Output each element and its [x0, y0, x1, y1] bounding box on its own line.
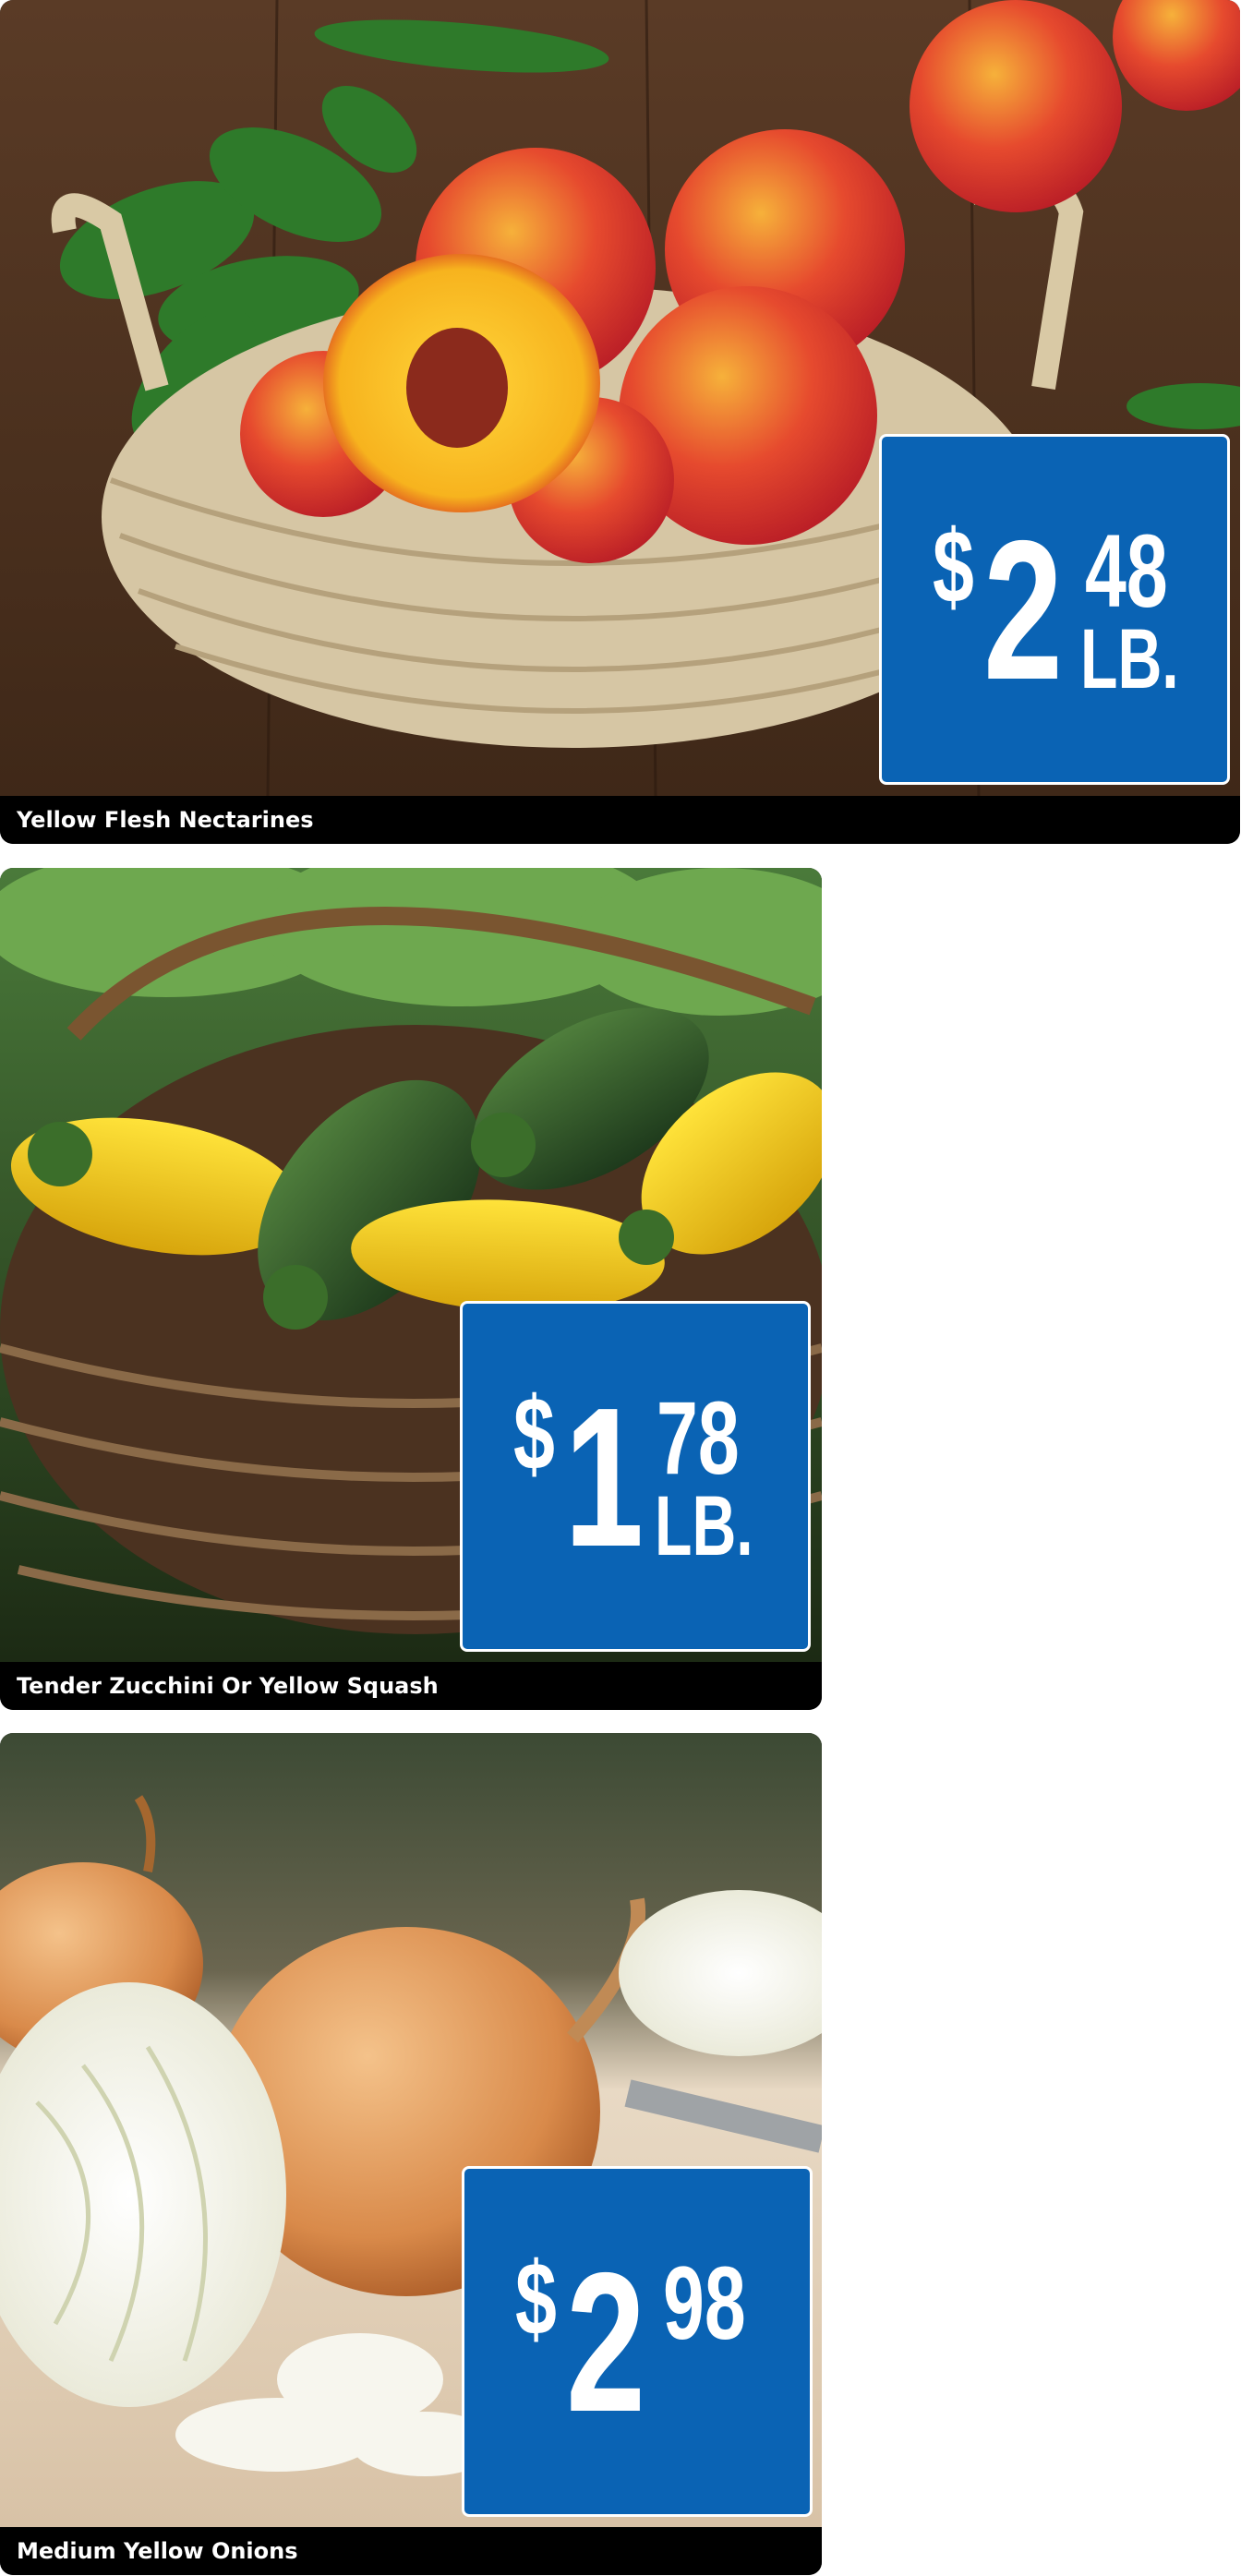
- product-card-nectarines[interactable]: $ 2 48 LB. Yellow Flesh Nectarines: [0, 0, 1240, 844]
- price-cents: 78: [657, 1380, 740, 1496]
- price-dollar-sign: $: [513, 1376, 555, 1491]
- price-tag-zucchini-squash: $ 1 78 LB.: [460, 1301, 811, 1652]
- price-whole: 2: [566, 2231, 645, 2453]
- product-name-onions: Medium Yellow Onions: [0, 2527, 822, 2575]
- price-unit: LB.: [1080, 612, 1179, 706]
- price-dollar-sign: $: [515, 2241, 557, 2356]
- price-cents: 98: [663, 2245, 746, 2361]
- product-card-zucchini-squash[interactable]: $ 1 78 LB. Tender Zucchini Or Yellow Squ…: [0, 868, 822, 1710]
- product-name-zucchini-squash: Tender Zucchini Or Yellow Squash: [0, 1662, 822, 1710]
- price-cents: 48: [1085, 513, 1168, 629]
- product-name-nectarines: Yellow Flesh Nectarines: [0, 796, 1240, 844]
- price-whole: 2: [983, 499, 1063, 721]
- price-tag-nectarines: $ 2 48 LB.: [879, 434, 1230, 785]
- price-unit: LB.: [655, 1479, 753, 1573]
- price-tag-onions: $ 2 98: [462, 2166, 813, 2517]
- product-card-onions[interactable]: $ 2 98 Medium Yellow Onions: [0, 1733, 822, 2575]
- price-dollar-sign: $: [933, 509, 974, 624]
- price-whole: 1: [564, 1366, 644, 1588]
